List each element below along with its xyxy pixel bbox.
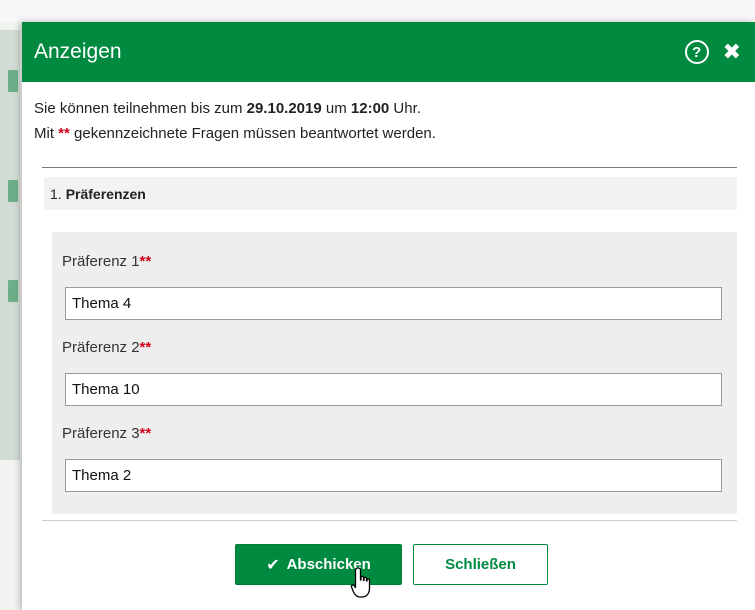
deadline-suffix: Uhr. (389, 100, 421, 117)
background-marker (8, 180, 18, 202)
dialog: Anzeigen ? ✖ Sie können teilnehmen bis z… (22, 22, 755, 610)
preference-3-input[interactable] (65, 459, 722, 492)
required-marker: ** (58, 125, 70, 142)
field-label-text: Präferenz 2 (62, 339, 140, 356)
close-icon[interactable]: ✖ (723, 41, 741, 63)
field-label-text: Präferenz 1 (62, 253, 140, 270)
close-button-label: Schließen (445, 556, 516, 573)
required-note: Mit ** gekennzeichnete Fragen müssen bea… (34, 121, 743, 146)
background-marker (8, 70, 18, 92)
dialog-title: Anzeigen (34, 40, 122, 63)
check-icon: ✔ (266, 556, 280, 574)
preference-2-input[interactable] (65, 373, 722, 406)
background-header (0, 0, 755, 22)
required-note-suffix: gekennzeichnete Fragen müssen beantworte… (69, 125, 436, 142)
preference-1-input[interactable] (65, 287, 722, 320)
deadline-prefix: Sie können teilnehmen bis zum (34, 100, 247, 117)
footer-divider (42, 520, 737, 521)
required-marker: ** (139, 253, 152, 270)
intro-text: Sie können teilnehmen bis zum 29.10.2019… (22, 82, 755, 146)
form-panel: Präferenz 1** Präferenz 2** Präferenz 3*… (52, 232, 737, 514)
submit-button[interactable]: ✔ Abschicken (235, 544, 402, 585)
hand-pointer-icon (350, 567, 371, 598)
deadline-time: 12:00 (350, 100, 390, 117)
field-label-3: Präferenz 3** (62, 425, 151, 442)
deadline-middle: um (321, 100, 351, 117)
dialog-header: Anzeigen ? ✖ (22, 22, 755, 82)
required-note-prefix: Mit (34, 125, 59, 142)
required-marker: ** (139, 425, 152, 442)
section-title: Präferenzen (65, 185, 146, 202)
section-header: 1. Präferenzen (44, 177, 737, 210)
deadline-date: 29.10.2019 (246, 100, 322, 117)
field-label-text: Präferenz 3 (62, 425, 140, 442)
close-button[interactable]: Schließen (413, 544, 548, 585)
deadline-line: Sie können teilnehmen bis zum 29.10.2019… (34, 96, 743, 121)
section-number: 1. (50, 185, 62, 202)
divider (42, 167, 737, 168)
field-label-2: Präferenz 2** (62, 339, 151, 356)
background-marker (8, 280, 18, 302)
required-marker: ** (139, 339, 152, 356)
background-sidebar (0, 30, 20, 460)
field-label-1: Präferenz 1** (62, 253, 151, 270)
help-icon[interactable]: ? (684, 40, 709, 64)
